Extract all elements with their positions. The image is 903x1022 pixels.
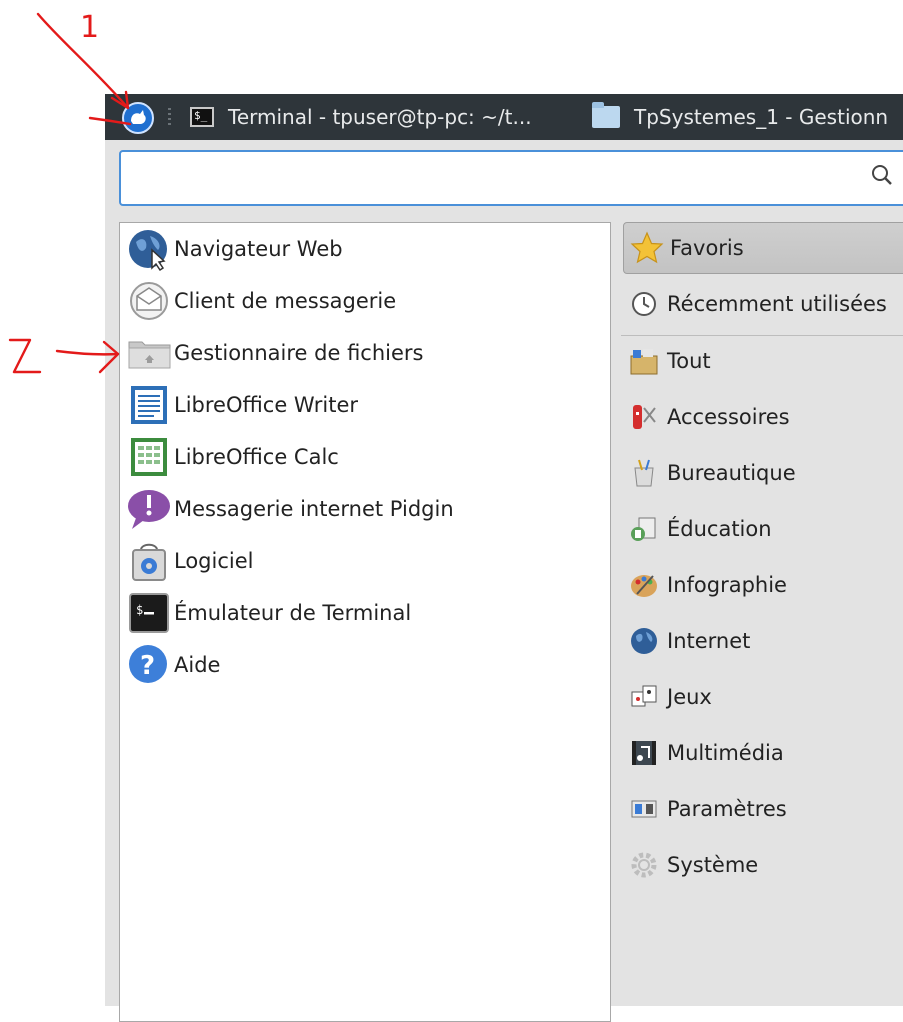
settings-icon bbox=[627, 792, 661, 826]
category-label: Accessoires bbox=[667, 405, 790, 429]
games-icon bbox=[627, 680, 661, 714]
terminal-icon: $_ bbox=[190, 107, 214, 127]
office-icon bbox=[627, 456, 661, 490]
search-input[interactable] bbox=[119, 150, 903, 206]
app-help[interactable]: ? Aide bbox=[126, 642, 220, 688]
app-file-manager[interactable]: Gestionnaire de fichiers bbox=[126, 330, 423, 376]
multimedia-icon bbox=[627, 736, 661, 770]
category-label: Favoris bbox=[670, 236, 744, 260]
education-icon bbox=[627, 512, 661, 546]
category-list: Favoris Récemment utilisées Tout Accesso… bbox=[621, 222, 903, 1022]
terminal-icon: $ bbox=[126, 590, 172, 636]
category-recent[interactable]: Récemment utilisées bbox=[621, 278, 903, 330]
calc-icon bbox=[126, 434, 172, 480]
category-label: Multimédia bbox=[667, 741, 784, 765]
clock-icon bbox=[627, 287, 661, 321]
app-label: LibreOffice Writer bbox=[174, 393, 359, 417]
category-favoris[interactable]: Favoris bbox=[623, 222, 903, 274]
app-pidgin[interactable]: Messagerie internet Pidgin bbox=[126, 486, 454, 532]
task-file-manager[interactable]: TpSystemes_1 - Gestionn bbox=[592, 94, 888, 140]
taskbar: $_ Terminal - tpuser@tp-pc: ~/t... TpSys… bbox=[105, 94, 903, 140]
category-label: Système bbox=[667, 853, 759, 877]
category-label: Paramètres bbox=[667, 797, 787, 821]
accessories-icon bbox=[627, 400, 661, 434]
folder-icon bbox=[592, 102, 620, 128]
app-label: Logiciel bbox=[174, 549, 254, 573]
svg-text:?: ? bbox=[140, 651, 155, 681]
internet-icon bbox=[627, 624, 661, 658]
category-tout[interactable]: Tout bbox=[621, 335, 903, 387]
category-multimedia[interactable]: Multimédia bbox=[621, 727, 903, 779]
app-libreoffice-calc[interactable]: LibreOffice Calc bbox=[126, 434, 339, 480]
category-systeme[interactable]: Système bbox=[621, 839, 903, 891]
app-libreoffice-writer[interactable]: LibreOffice Writer bbox=[126, 382, 358, 428]
category-education[interactable]: Éducation bbox=[621, 503, 903, 555]
category-jeux[interactable]: Jeux bbox=[621, 671, 903, 723]
category-label: Éducation bbox=[667, 517, 772, 541]
category-bureautique[interactable]: Bureautique bbox=[621, 447, 903, 499]
writer-icon bbox=[126, 382, 172, 428]
category-internet[interactable]: Internet bbox=[621, 615, 903, 667]
task-file-manager-label: TpSystemes_1 - Gestionn bbox=[634, 105, 889, 129]
all-apps-icon bbox=[627, 344, 661, 378]
whisker-menu-button[interactable] bbox=[122, 102, 154, 134]
app-software[interactable]: Logiciel bbox=[126, 538, 253, 584]
system-icon bbox=[627, 848, 661, 882]
star-icon bbox=[630, 231, 664, 265]
category-accessoires[interactable]: Accessoires bbox=[621, 391, 903, 443]
app-web-browser[interactable]: Navigateur Web bbox=[126, 226, 343, 272]
category-label: Récemment utilisées bbox=[667, 292, 887, 316]
search-icon bbox=[872, 165, 892, 185]
app-terminal-emulator[interactable]: $ Émulateur de Terminal bbox=[126, 590, 411, 636]
svg-text:$: $ bbox=[136, 603, 143, 617]
app-label: LibreOffice Calc bbox=[174, 445, 339, 469]
web-browser-icon bbox=[126, 226, 172, 272]
task-terminal[interactable]: $_ Terminal - tpuser@tp-pc: ~/t... bbox=[190, 94, 532, 140]
mail-client-icon bbox=[126, 278, 172, 324]
category-label: Tout bbox=[667, 349, 711, 373]
app-label: Émulateur de Terminal bbox=[174, 601, 412, 625]
category-parametres[interactable]: Paramètres bbox=[621, 783, 903, 835]
category-label: Infographie bbox=[667, 573, 787, 597]
category-label: Bureautique bbox=[667, 461, 796, 485]
app-label: Aide bbox=[174, 653, 221, 677]
app-mail-client[interactable]: Client de messagerie bbox=[126, 278, 396, 324]
app-label: Client de messagerie bbox=[174, 289, 397, 313]
favorites-list: Navigateur Web Client de messagerie Gest… bbox=[119, 222, 611, 1022]
category-label: Internet bbox=[667, 629, 751, 653]
graphics-icon bbox=[627, 568, 661, 602]
software-icon bbox=[126, 538, 172, 584]
taskbar-separator bbox=[168, 108, 171, 128]
whisker-menu: Navigateur Web Client de messagerie Gest… bbox=[105, 140, 903, 1022]
app-label: Gestionnaire de fichiers bbox=[174, 341, 424, 365]
file-manager-icon bbox=[126, 330, 172, 376]
pidgin-icon bbox=[126, 486, 172, 532]
app-label: Navigateur Web bbox=[174, 237, 343, 261]
category-infographie[interactable]: Infographie bbox=[621, 559, 903, 611]
whisker-mouse-icon bbox=[131, 110, 146, 124]
category-label: Jeux bbox=[667, 685, 712, 709]
annotation-marker-1: 1 bbox=[80, 10, 100, 45]
help-icon: ? bbox=[126, 642, 172, 688]
app-label: Messagerie internet Pidgin bbox=[174, 497, 454, 521]
task-terminal-label: Terminal - tpuser@tp-pc: ~/t... bbox=[228, 105, 532, 129]
